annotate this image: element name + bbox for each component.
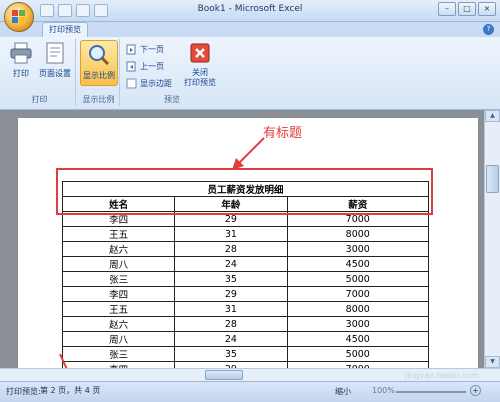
help-icon[interactable]: ? — [483, 24, 494, 35]
cell-name: 李四 — [61, 286, 176, 302]
cell-salary: 8000 — [286, 301, 430, 317]
cell-age: 31 — [174, 226, 288, 242]
cell-name: 王五 — [61, 301, 176, 317]
tab-print-preview[interactable]: 打印预览 — [42, 22, 88, 37]
checkbox-icon — [126, 78, 137, 89]
cell-name: 王五 — [61, 226, 176, 242]
office-logo-icon — [12, 10, 26, 24]
close-preview-label-1: 关闭 — [192, 68, 208, 77]
status-page-count: 第 2 页，共 4 页 — [40, 386, 101, 395]
table-row: 张三 35 5000 — [61, 346, 430, 362]
page-setup-button[interactable]: 页面设置 — [36, 41, 74, 79]
scroll-down-icon[interactable]: ▼ — [485, 356, 500, 368]
cell-age: 35 — [174, 346, 288, 362]
prev-page-button[interactable]: 上一页 — [126, 61, 164, 72]
scroll-up-icon[interactable]: ▲ — [485, 110, 500, 122]
cell-salary: 3000 — [286, 316, 430, 332]
cell-salary: 5000 — [286, 346, 430, 362]
close-preview-button[interactable]: 关闭 打印预览 — [180, 41, 220, 88]
table-row: 张三 35 5000 — [61, 271, 430, 287]
horizontal-scroll-thumb[interactable] — [205, 370, 243, 380]
cell-salary: 7000 — [286, 286, 430, 302]
print-button[interactable]: 打印 — [8, 41, 34, 79]
cell-name: 赵六 — [61, 241, 176, 257]
cell-salary: 5000 — [286, 271, 430, 287]
page-setup-label: 页面设置 — [39, 69, 71, 78]
group-zoom: 显示比例 显示比例 — [78, 39, 120, 106]
table-row: 周八 24 4500 — [61, 331, 430, 347]
table-row: 周八 24 4500 — [61, 256, 430, 272]
watermark: jingyan.baidu.com — [405, 371, 479, 380]
cell-salary: 8000 — [286, 226, 430, 242]
window-title: Book1 - Microsoft Excel — [197, 4, 303, 14]
prev-page-label: 上一页 — [140, 62, 164, 71]
table-row: 王五 31 8000 — [61, 301, 430, 317]
maximize-button[interactable]: □ — [458, 2, 476, 16]
cell-age: 31 — [174, 301, 288, 317]
group-preview-label: 预览 — [164, 95, 180, 104]
table-row: 赵六 28 3000 — [61, 316, 430, 332]
zoom-out-button[interactable]: 缩小 — [335, 386, 351, 397]
cell-name: 周八 — [61, 256, 176, 272]
zoom-button[interactable]: 显示比例 — [80, 40, 118, 86]
cell-age: 28 — [174, 241, 288, 257]
title-bar: Book1 - Microsoft Excel – □ × — [0, 0, 500, 22]
magnifier-icon — [87, 43, 111, 67]
minimize-button[interactable]: – — [438, 2, 456, 16]
close-preview-label-2: 打印预览 — [184, 78, 216, 87]
annotation-arrow-icon — [232, 137, 265, 170]
table-row: 王五 31 8000 — [61, 226, 430, 242]
vertical-scrollbar[interactable]: ▲ ▼ — [484, 110, 500, 368]
zoom-level: 100% — [372, 386, 395, 395]
cell-age: 24 — [174, 256, 288, 272]
next-page-button[interactable]: 下一页 — [126, 44, 164, 55]
close-preview-icon — [188, 41, 212, 65]
cell-salary: 4500 — [286, 331, 430, 347]
next-page-label: 下一页 — [140, 45, 164, 54]
print-label: 打印 — [13, 69, 29, 78]
status-bar: 打印预览: 第 2 页，共 4 页 缩小 100% + — [0, 381, 500, 402]
ribbon-tab-row: 打印预览 ? — [0, 22, 500, 37]
zoom-label: 显示比例 — [83, 71, 115, 80]
cell-age: 29 — [174, 286, 288, 302]
cell-salary: 3000 — [286, 241, 430, 257]
cell-age: 35 — [174, 271, 288, 287]
page-setup-icon — [43, 41, 67, 65]
show-margins-checkbox[interactable]: 显示边距 — [126, 78, 172, 89]
zoom-slider[interactable] — [396, 391, 466, 393]
status-mode: 打印预览: — [6, 387, 41, 396]
group-zoom-label: 显示比例 — [82, 95, 115, 104]
group-print: 打印 页面设置 打印 — [4, 39, 76, 106]
table-row: 赵六 28 3000 — [61, 241, 430, 257]
ribbon: 打印 页面设置 打印 显示比例 显示比例 下一页 上一页 显示边距 关闭 打印预… — [0, 37, 500, 110]
show-margins-label: 显示边距 — [140, 79, 172, 88]
cell-name: 周八 — [61, 331, 176, 347]
window-controls: – □ × — [438, 2, 496, 16]
cell-age: 28 — [174, 316, 288, 332]
cell-salary: 4500 — [286, 256, 430, 272]
cell-name: 张三 — [61, 346, 176, 362]
cell-name: 赵六 — [61, 316, 176, 332]
close-window-button[interactable]: × — [478, 2, 496, 16]
cell-age: 24 — [174, 331, 288, 347]
vertical-scroll-thumb[interactable] — [486, 165, 499, 193]
printer-icon — [9, 41, 33, 65]
next-page-icon — [126, 44, 137, 55]
table-row: 李四297000 — [61, 286, 430, 302]
office-button[interactable] — [4, 2, 34, 32]
group-preview: 下一页 上一页 显示边距 关闭 打印预览 预览 — [122, 39, 222, 106]
zoom-in-icon[interactable]: + — [470, 385, 481, 396]
cell-name: 张三 — [61, 271, 176, 287]
annotation-label: 有标题 — [263, 126, 303, 141]
group-print-label: 打印 — [31, 95, 48, 104]
prev-page-icon — [126, 61, 137, 72]
